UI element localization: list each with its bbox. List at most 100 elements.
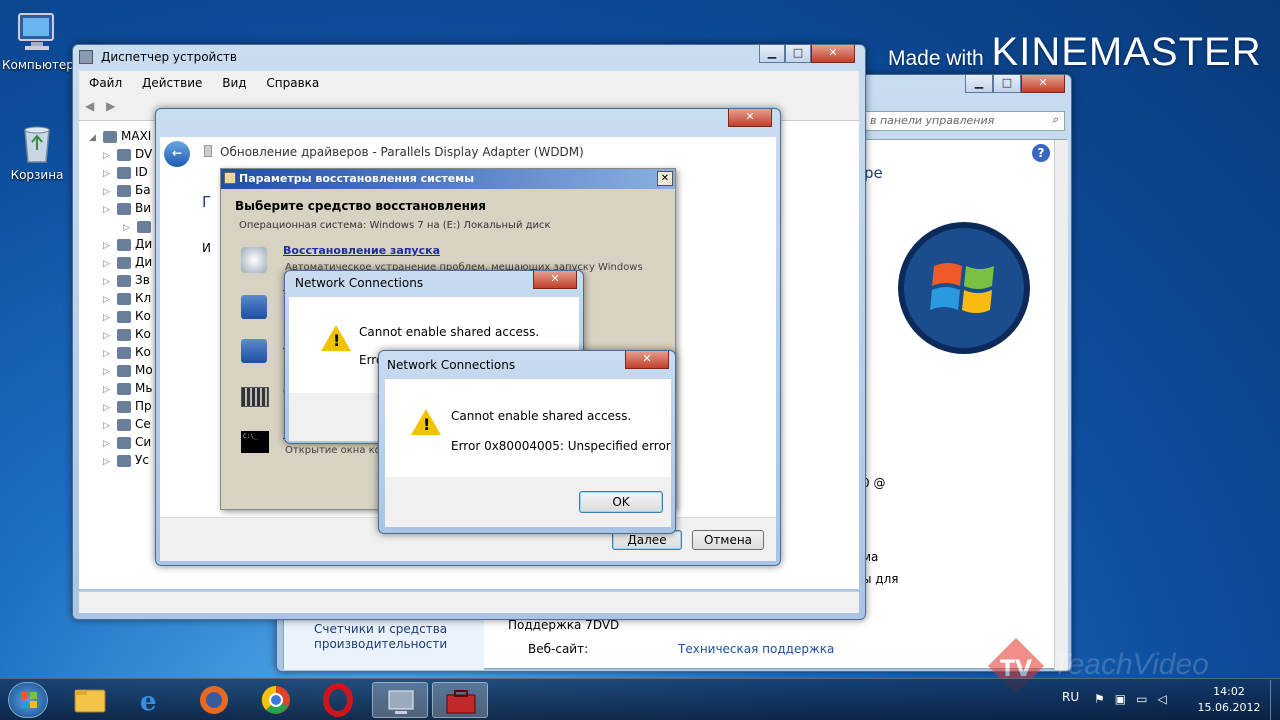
text-fragment: ы для [862,572,899,586]
command-prompt-icon: C:\_ [241,431,269,453]
menu-help[interactable]: Справка [266,76,319,90]
flag-icon[interactable]: ⚑ [1094,692,1115,706]
taskbar-firefox[interactable] [188,682,240,718]
recovery-heading: Выберите средство восстановления [235,199,486,213]
tree-item-label: Кл [135,291,152,305]
clock[interactable]: 14:02 15.06.2012 [1196,684,1262,716]
scrollbar[interactable] [1054,140,1068,670]
device-category-icon [117,202,131,215]
dialog-title: Network Connections [295,276,424,290]
recovery-desc: Открытие окна ко [285,445,381,456]
device-category-icon [117,454,131,467]
forward-arrow-icon[interactable]: ▶ [106,99,115,113]
desktop-icon-computer[interactable]: Компьютер [2,10,74,72]
recycle-bin-icon [15,120,59,164]
menu-action[interactable]: Действие [142,76,202,90]
internet-explorer-icon: e [140,687,157,717]
startup-repair-link[interactable]: Восстановление запуска [283,244,440,257]
expand-arrow-icon[interactable]: ▷ [103,453,113,471]
tree-item-label: Ко [135,345,151,359]
show-desktop-button[interactable] [1270,680,1280,720]
ok-button[interactable]: OK [579,491,663,513]
close-button[interactable]: ✕ [533,271,577,289]
help-icon[interactable]: ? [1032,144,1050,162]
wizard-title: Обновление драйверов - Parallels Display… [220,145,584,159]
desktop-icon-recycle-bin[interactable]: Корзина [2,120,72,182]
side-link-performance[interactable]: Счетчики и средства производительности [314,622,454,652]
menu-file[interactable]: Файл [89,76,122,90]
text-fragment: Г [202,193,212,211]
close-button[interactable]: ✕ [657,171,673,186]
taskbar-toolbox[interactable] [432,682,488,718]
window-title: Диспетчер устройств [101,50,238,64]
text-fragment: И [202,241,211,255]
taskbar-chrome[interactable] [250,682,302,718]
volume-icon[interactable]: ◁ [1157,692,1176,706]
device-category-icon [117,346,131,359]
device-category-icon [117,328,131,341]
search-input[interactable]: в панели управления ⌕ [865,111,1065,131]
minimize-button[interactable]: ▁ [965,75,993,93]
back-arrow-icon[interactable]: ← [164,141,190,167]
back-arrow-icon[interactable]: ◀ [85,99,94,113]
device-category-icon [117,310,131,323]
windows-start-icon [21,692,37,708]
taskbar-device-manager[interactable] [372,682,428,718]
opera-icon [323,683,353,717]
taskbar-explorer[interactable] [64,682,116,718]
network-icon[interactable]: ▣ [1115,692,1136,706]
recovery-window-icon [224,172,236,184]
computer-icon [103,130,117,143]
dialog-body: ! Cannot enable shared access. Error 0x8… [385,379,671,527]
warning-icon: ! [411,409,441,435]
start-button[interactable] [8,682,48,718]
desktop-icon-label: Компьютер [2,58,74,72]
website-link[interactable]: Техническая поддержка [678,642,834,656]
kinemaster-watermark: Made with KINEMASTER [888,30,1262,75]
maximize-button[interactable]: □ [993,75,1021,93]
device-category-icon [117,382,131,395]
device-category-icon [117,184,131,197]
windows-logo [896,220,1032,356]
close-button[interactable]: ✕ [811,45,855,63]
chrome-icon [261,685,290,714]
folder-icon [74,689,106,713]
close-button[interactable]: ✕ [728,109,772,127]
tree-item-label: Ди [135,255,153,269]
heading-fragment: ре [864,164,883,182]
tree-item-label: Пр [135,399,152,413]
close-button[interactable]: ✕ [1021,75,1065,93]
device-category-icon [117,274,131,287]
dialog-title: Network Connections [387,358,516,372]
menu-view[interactable]: Вид [222,76,246,90]
device-category-icon [117,166,131,179]
tree-item-label: Мо [135,363,153,377]
side-panel: Счетчики и средства производительности [284,616,484,670]
device-category-icon [117,256,131,269]
search-placeholder: в панели управления [870,114,995,127]
taskbar-opera[interactable] [312,682,364,718]
battery-icon[interactable]: ▭ [1136,692,1157,706]
expand-arrow-icon[interactable]: ▷ [103,201,113,219]
network-dialog-front[interactable]: Network Connections ✕ ! Cannot enable sh… [378,350,676,534]
cancel-button[interactable]: Отмена [692,530,764,550]
tree-item-label: Ба [135,183,151,197]
dialog-error: Error 0x80004005: Unspecified error [451,439,671,453]
close-button[interactable]: ✕ [625,351,669,369]
watermark-made-with: Made with [888,47,984,70]
taskbar-ie[interactable]: e [126,682,178,718]
tree-item-label: Ви [135,201,152,215]
tree-item-label: Ко [135,327,151,341]
device-category-icon [117,400,131,413]
tree-item-label: Ди [135,237,153,251]
recovery-os-line: Операционная система: Windows 7 на (E:) … [239,220,551,231]
svg-text:e: e [140,687,157,717]
device-icon [204,145,212,157]
language-indicator[interactable]: RU [1062,690,1079,704]
maximize-button[interactable]: □ [785,45,811,63]
minimize-button[interactable]: ▁ [759,45,785,63]
menu-bar: Файл Действие Вид Справка [79,71,859,95]
tree-item-label: Зв [135,273,150,287]
support-line: Поддержка 7DVD [508,618,620,632]
search-icon: ⌕ [1051,113,1058,126]
